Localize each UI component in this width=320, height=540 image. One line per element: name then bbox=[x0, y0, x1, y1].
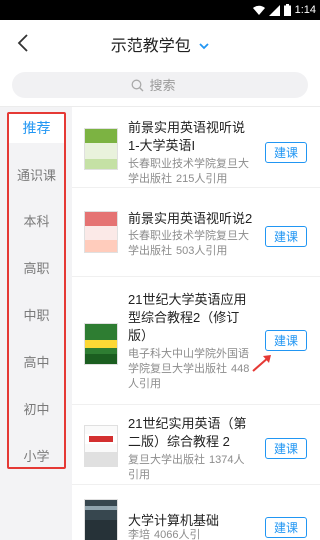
list-item[interactable]: 大学计算机基础 李培 4066人引 建课 bbox=[72, 485, 320, 540]
book-meta: 复旦大学出版社 1374人引用 bbox=[128, 453, 254, 483]
book-list: 前景实用英语视听说1-大学英语I 长春职业技术学院复旦大学出版社 215人引用 建… bbox=[72, 107, 320, 540]
book-cover bbox=[84, 211, 118, 253]
title-dropdown[interactable]: 示范教学包 bbox=[0, 32, 320, 56]
list-item[interactable]: 21世纪实用英语（第二版）综合教程 2 复旦大学出版社 1374人引用 建课 bbox=[72, 405, 320, 485]
list-item[interactable]: 21世纪大学英语应用型综合教程2（修订版） 电子科大中山学院外国语学院复旦大学出… bbox=[72, 277, 320, 405]
page-title: 示范教学包 bbox=[110, 38, 191, 55]
search-input[interactable] bbox=[149, 77, 190, 93]
sidebar-item-primary-school[interactable]: 小学 bbox=[9, 440, 64, 470]
sidebar-item-high-school[interactable]: 高中 bbox=[9, 346, 64, 376]
sidebar-item-secondary-vocational[interactable]: 中职 bbox=[9, 299, 64, 329]
build-course-button[interactable]: 建课 bbox=[265, 517, 307, 538]
status-icons: 1:14 bbox=[252, 2, 316, 18]
search-icon bbox=[131, 79, 143, 91]
status-bar: 1:14 bbox=[0, 0, 320, 20]
battery-icon bbox=[283, 4, 291, 16]
book-meta: 李培 4066人引 bbox=[128, 528, 254, 540]
book-meta: 电子科大中山学院外国语学院复旦大学出版社 448人引用 bbox=[128, 347, 254, 392]
signal-icon bbox=[268, 4, 280, 16]
sidebar-item-middle-school[interactable]: 初中 bbox=[9, 393, 64, 423]
book-title: 21世纪大学英语应用型综合教程2（修订版） bbox=[128, 292, 247, 343]
book-title: 前景实用英语视听说1-大学英语I bbox=[128, 120, 246, 153]
search-bar[interactable] bbox=[12, 72, 308, 98]
book-publisher: 李培 bbox=[128, 529, 150, 540]
book-citations: 4066人引 bbox=[154, 529, 201, 540]
book-citations: 503人引用 bbox=[176, 245, 228, 257]
build-course-button[interactable]: 建课 bbox=[265, 330, 307, 351]
book-meta: 长春职业技术学院复旦大学出版社 503人引用 bbox=[128, 229, 254, 259]
chevron-down-icon bbox=[199, 43, 209, 50]
sidebar-item-general[interactable]: 通识课 bbox=[9, 159, 64, 189]
book-cover bbox=[84, 499, 118, 540]
wifi-icon bbox=[252, 5, 265, 15]
sidebar-item-recommended[interactable]: 推荐 bbox=[9, 113, 64, 143]
book-citations: 215人引用 bbox=[176, 173, 228, 185]
book-cover bbox=[84, 323, 118, 365]
sidebar-item-undergraduate[interactable]: 本科 bbox=[9, 205, 64, 235]
list-item[interactable]: 前景实用英语视听说2 长春职业技术学院复旦大学出版社 503人引用 建课 bbox=[72, 188, 320, 277]
build-course-button[interactable]: 建课 bbox=[265, 142, 307, 163]
book-cover bbox=[84, 425, 118, 467]
book-meta: 长春职业技术学院复旦大学出版社 215人引用 bbox=[128, 157, 254, 187]
book-cover bbox=[84, 128, 118, 170]
sidebar-item-vocational-college[interactable]: 高职 bbox=[9, 252, 64, 282]
book-title: 前景实用英语视听说2 bbox=[128, 211, 253, 226]
build-course-button[interactable]: 建课 bbox=[265, 438, 307, 459]
book-publisher: 复旦大学出版社 bbox=[128, 454, 205, 466]
app-header: 示范教学包 bbox=[0, 20, 320, 66]
status-time: 1:14 bbox=[294, 4, 316, 16]
annotation-arrow-icon bbox=[252, 355, 271, 372]
book-title: 21世纪实用英语（第二版）综合教程 2 bbox=[128, 416, 247, 449]
list-item[interactable]: 前景实用英语视听说1-大学英语I 长春职业技术学院复旦大学出版社 215人引用 建… bbox=[72, 107, 320, 188]
build-course-button[interactable]: 建课 bbox=[265, 226, 307, 247]
